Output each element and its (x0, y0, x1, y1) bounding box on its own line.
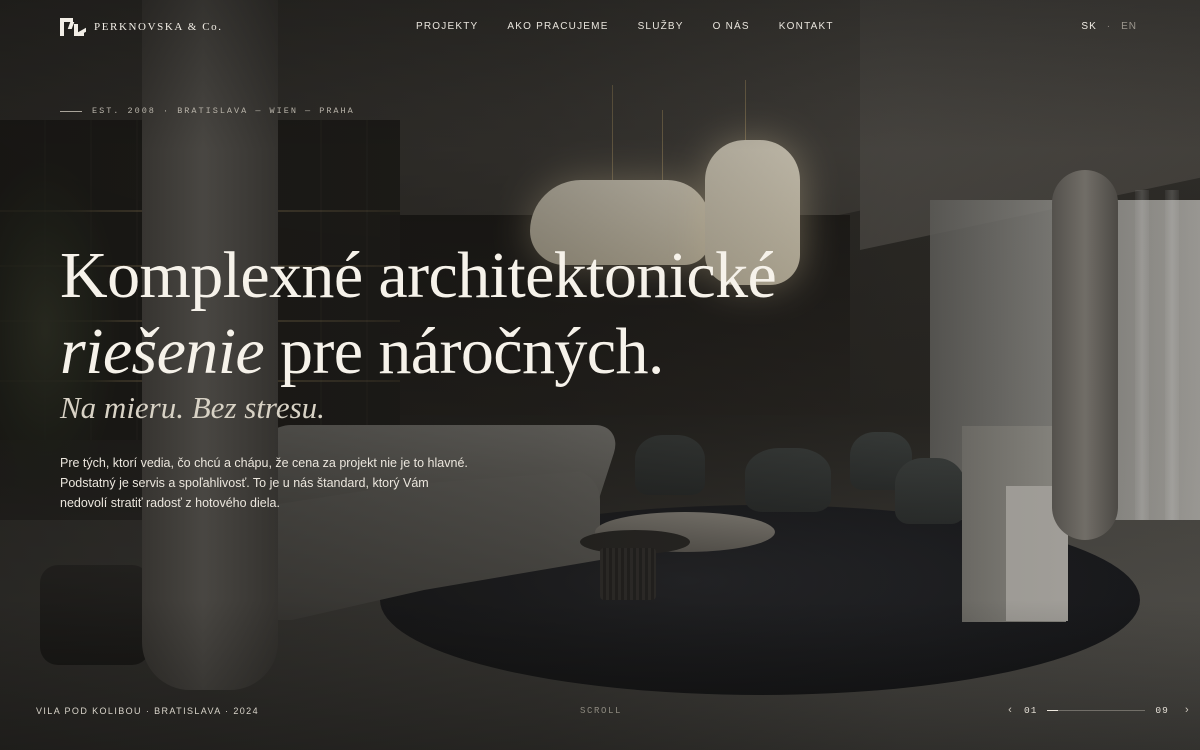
slide-pager: ‹ 01 09 › (1003, 704, 1194, 716)
hero-headline: Komplexné architektonické riešenie pre ná… (60, 238, 840, 390)
lang-separator: · (1106, 21, 1112, 32)
chevron-left-icon[interactable]: ‹ (1003, 704, 1017, 716)
headline-emphasis: riešenie (60, 315, 265, 388)
brand-name: PERKNOVSKA & Co. (94, 21, 223, 33)
main-nav: PROJEKTY AKO PRACUJEME SLUŽBY O NÁS KONT… (416, 21, 834, 32)
project-caption[interactable]: VILA POD KOLIBOU · BRATISLAVA · 2024 (36, 706, 259, 716)
pk-monogram-logo (60, 18, 86, 37)
site-header: PERKNOVSKA & Co. PROJEKTY AKO PRACUJEME … (0, 0, 1200, 56)
pager-total: 09 (1155, 704, 1169, 716)
lang-en-button[interactable]: EN (1121, 21, 1137, 32)
eyebrow-rule (60, 110, 82, 112)
pager-current: 01 (1024, 704, 1038, 716)
lang-sk-button[interactable]: SK (1081, 21, 1096, 32)
hero-intro-text: Pre tých, ktorí vedia, čo chcú a chápu, … (60, 456, 468, 510)
scroll-indicator[interactable]: SCROLL (580, 706, 622, 716)
chevron-right-icon[interactable]: › (1180, 704, 1194, 716)
hero-tagline: Na mieru. Bez stresu. (60, 390, 325, 425)
eyebrow-text: EST. 2008 · BRATISLAVA — WIEN — PRAHA (92, 106, 355, 116)
headline-rest: pre náročných. (264, 315, 664, 388)
language-switcher: SK · EN (1081, 21, 1137, 32)
nav-item-sluzby[interactable]: SLUŽBY (638, 21, 684, 32)
nav-item-projekty[interactable]: PROJEKTY (416, 21, 478, 32)
hero-eyebrow: EST. 2008 · BRATISLAVA — WIEN — PRAHA (60, 106, 355, 116)
headline-line-1: Komplexné architektonické (60, 239, 777, 312)
nav-item-kontakt[interactable]: KONTAKT (779, 21, 834, 32)
nav-item-ako-pracujeme[interactable]: AKO PRACUJEME (507, 21, 608, 32)
pager-progress-fill (1047, 709, 1059, 711)
nav-item-o-nas[interactable]: O NÁS (713, 21, 750, 32)
brand-link[interactable]: PERKNOVSKA & Co. (60, 18, 223, 37)
pager-progress-track (1047, 709, 1146, 711)
